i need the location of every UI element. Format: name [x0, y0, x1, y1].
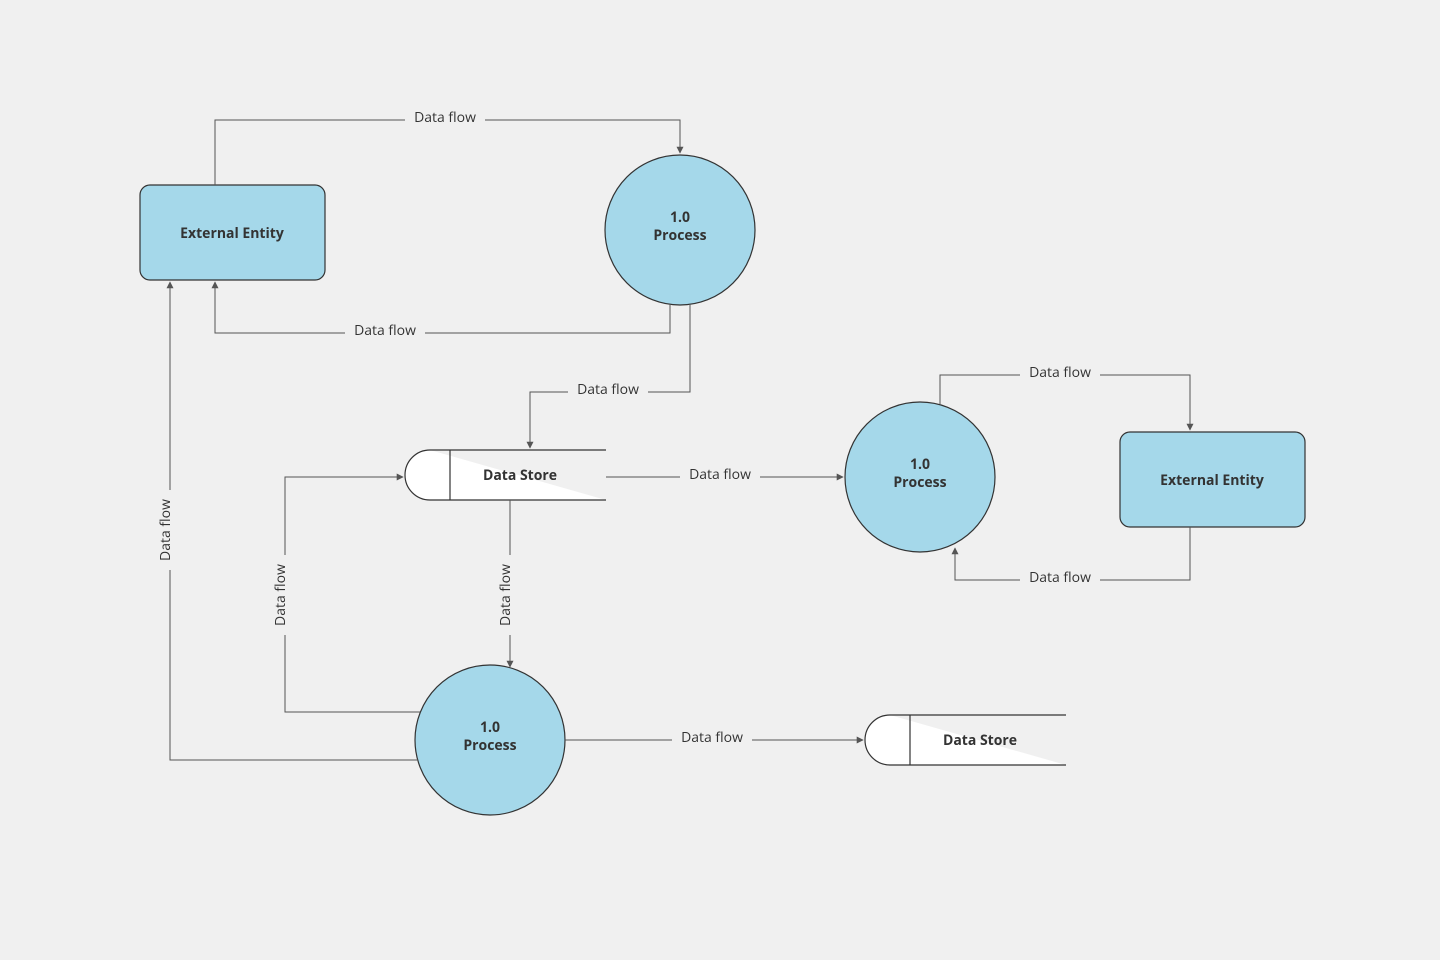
node-process-2[interactable]: 1.0 Process — [845, 402, 995, 552]
edge-e4: Data flow — [606, 465, 843, 484]
node-label: External Entity — [1160, 471, 1264, 490]
node-data-store-1[interactable]: Data Store — [405, 450, 606, 500]
edge-e10: Data flow — [565, 728, 863, 747]
node-label: Process — [653, 226, 706, 245]
node-external-entity-2[interactable]: External Entity — [1120, 432, 1305, 527]
node-id: 1.0 — [670, 208, 690, 227]
edge-e8: Data flow — [271, 477, 420, 712]
node-process-1[interactable]: 1.0 Process — [605, 155, 755, 305]
node-id: 1.0 — [910, 455, 930, 474]
edge-e5: Data flow — [940, 363, 1190, 430]
edge-label: Data flow — [156, 499, 175, 561]
node-process-3[interactable]: 1.0 Process — [415, 665, 565, 815]
node-external-entity-1[interactable]: External Entity — [140, 185, 325, 280]
node-label: Process — [893, 473, 946, 492]
edge-label: Data flow — [689, 465, 751, 484]
edge-label: Data flow — [1029, 568, 1091, 587]
node-data-store-2[interactable]: Data Store — [865, 715, 1066, 765]
edge-label: Data flow — [1029, 363, 1091, 382]
edge-e6: Data flow — [955, 527, 1190, 587]
edge-e7: Data flow — [496, 500, 520, 667]
node-label: Process — [463, 736, 516, 755]
edge-e3: Data flow — [530, 304, 690, 448]
node-label: External Entity — [180, 224, 284, 243]
edge-label: Data flow — [577, 380, 639, 399]
edge-label: Data flow — [271, 564, 290, 626]
node-label: Data Store — [943, 731, 1017, 750]
edge-e2: Data flow — [215, 282, 670, 340]
edge-label: Data flow — [496, 564, 515, 626]
edge-label: Data flow — [354, 321, 416, 340]
edge-e9: Data flow — [156, 282, 418, 760]
edge-e1: Data flow — [215, 108, 680, 185]
edge-label: Data flow — [414, 108, 476, 127]
node-label: Data Store — [483, 466, 557, 485]
dfd-diagram: External Entity 1.0 Process Data Store 1… — [0, 0, 1440, 960]
edge-label: Data flow — [681, 728, 743, 747]
node-id: 1.0 — [480, 718, 500, 737]
